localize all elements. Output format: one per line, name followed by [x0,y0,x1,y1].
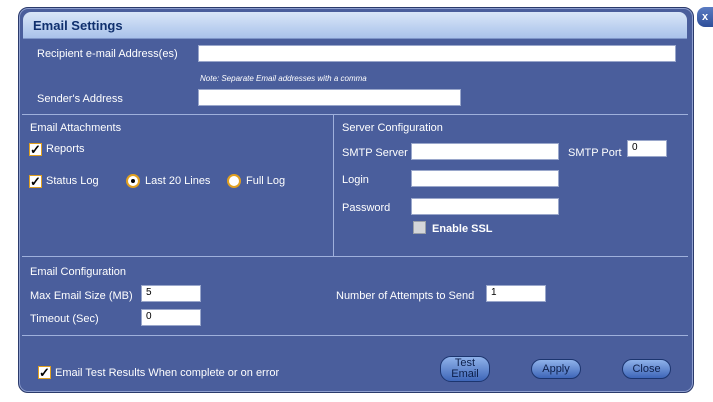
email-test-results-checkbox[interactable]: ✓ [38,366,51,379]
check-icon: ✓ [39,365,50,380]
recipient-input[interactable] [198,45,676,62]
smtp-server-input[interactable] [411,143,559,160]
sender-label: Sender's Address [37,93,123,105]
attachments-heading: Email Attachments [30,122,122,134]
sender-input[interactable] [198,89,461,106]
test-email-line2: Email [451,368,479,380]
recipient-label: Recipient e-mail Address(es) [37,48,178,60]
email-test-results-label: Email Test Results When complete or on e… [55,367,280,379]
config-heading: Email Configuration [30,266,126,278]
last-20-lines-radio[interactable] [126,174,140,188]
enable-ssl-label: Enable SSL [432,223,493,235]
smtp-port-label: SMTP Port [568,147,622,159]
timeout-input[interactable]: 0 [141,309,201,326]
test-email-button[interactable]: Test Email [440,356,490,382]
enable-ssl-checkbox[interactable] [413,221,426,234]
attempts-input[interactable]: 1 [486,285,546,302]
attempts-label: Number of Attempts to Send [336,290,475,302]
login-label: Login [342,174,369,186]
password-label: Password [342,202,391,214]
reports-checkbox[interactable]: ✓ [29,143,42,156]
last-20-lines-label: Last 20 Lines [145,175,211,187]
apply-button[interactable]: Apply [531,359,581,379]
smtp-port-input[interactable]: 0 [627,140,667,157]
radio-dot [131,179,135,183]
status-log-label: Status Log [46,175,99,187]
close-button[interactable]: Close [622,359,671,379]
password-input[interactable] [411,198,559,215]
check-icon: ✓ [30,174,41,189]
login-input[interactable] [411,170,559,187]
divider-bottom [22,335,688,336]
dialog-title: Email Settings [33,18,123,33]
divider-top [22,114,688,115]
divider-vertical [333,114,334,256]
reports-label: Reports [46,143,85,155]
max-size-input[interactable]: 5 [141,285,201,302]
check-icon: ✓ [30,142,41,157]
smtp-server-label: SMTP Server [342,147,408,159]
title-bar: Email Settings [23,12,687,39]
status-log-checkbox[interactable]: ✓ [29,175,42,188]
full-log-radio[interactable] [227,174,241,188]
divider-middle [22,256,688,257]
full-log-label: Full Log [246,175,286,187]
recipient-note: Note: Separate Email addresses with a co… [200,74,367,83]
timeout-label: Timeout (Sec) [30,313,99,325]
server-heading: Server Configuration [342,122,443,134]
close-icon[interactable]: x [697,7,713,27]
max-size-label: Max Email Size (MB) [30,290,133,302]
